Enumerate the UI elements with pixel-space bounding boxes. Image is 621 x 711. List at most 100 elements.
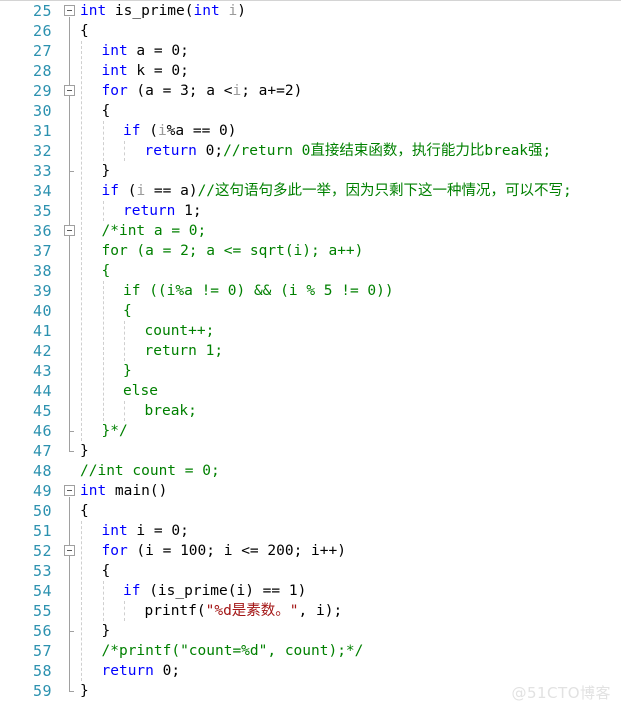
code-line[interactable]: 36 /*int a = 0;	[0, 221, 621, 241]
code-line[interactable]: 34 if (i == a)//这句语句多此一举，因为只剩下这一种情况，可以不写;	[0, 181, 621, 201]
token-plain: i = 0;	[127, 523, 189, 539]
line-content[interactable]: int main()	[80, 481, 167, 501]
line-content[interactable]: }	[102, 621, 111, 641]
code-line[interactable]: 27 int a = 0;	[0, 41, 621, 61]
line-content[interactable]: {	[123, 301, 132, 321]
line-content[interactable]: if (i == a)//这句语句多此一举，因为只剩下这一种情况，可以不写;	[102, 181, 572, 201]
line-content[interactable]: }*/	[102, 421, 128, 441]
line-number: 27	[32, 42, 52, 60]
line-content[interactable]: int a = 0;	[102, 41, 189, 61]
code-line[interactable]: 52 for (i = 100; i <= 200; i++)	[0, 541, 621, 561]
token-kw: if	[101, 183, 119, 199]
line-content[interactable]: /*int a = 0;	[102, 221, 207, 241]
token-plain: (	[118, 183, 137, 199]
line-content[interactable]: if (i%a == 0)	[123, 121, 237, 141]
line-content[interactable]: for (a = 3; a <i; a+=2)	[102, 81, 303, 101]
token-kw: for	[101, 83, 128, 99]
code-line[interactable]: 30 {	[0, 101, 621, 121]
token-kw: int	[101, 43, 128, 59]
line-content[interactable]: return 0;//return 0直接结束函数，执行能力比break强;	[145, 141, 552, 161]
code-line[interactable]: 28 int k = 0;	[0, 61, 621, 81]
line-content[interactable]: if ((i%a != 0) && (i % 5 != 0))	[123, 281, 394, 301]
code-line[interactable]: 55 printf("%d是素数。", i);	[0, 601, 621, 621]
code-line[interactable]: 53 {	[0, 561, 621, 581]
line-content[interactable]: int is_prime(int i)	[80, 1, 246, 21]
line-number: 59	[32, 682, 52, 700]
token-plain: {	[80, 23, 89, 39]
code-line[interactable]: 44 else	[0, 381, 621, 401]
line-content[interactable]: count++;	[145, 321, 215, 341]
token-plain: , i);	[298, 603, 343, 619]
line-number: 54	[32, 582, 52, 600]
line-number: 39	[32, 282, 52, 300]
code-editor[interactable]: 25 int is_prime(int i) 26 {27 int a = 0; 28 in…	[0, 0, 621, 711]
code-line[interactable]: 42 return 1;	[0, 341, 621, 361]
token-cmt: }	[123, 363, 132, 379]
line-content[interactable]: {	[102, 561, 111, 581]
token-kw: return	[123, 203, 176, 219]
code-line[interactable]: 39 if ((i%a != 0) && (i % 5 != 0))	[0, 281, 621, 301]
code-line[interactable]: 35 return 1;	[0, 201, 621, 221]
code-line[interactable]: 50 {	[0, 501, 621, 521]
line-number: 46	[32, 422, 52, 440]
line-number: 31	[32, 122, 52, 140]
token-cmt: count++;	[144, 323, 215, 339]
line-content[interactable]: return 1;	[123, 201, 202, 221]
code-line[interactable]: 41 count++;	[0, 321, 621, 341]
line-content[interactable]: return 0;	[102, 661, 181, 681]
code-line[interactable]: 57 /*printf("count=%d", count);*/	[0, 641, 621, 661]
line-content[interactable]: int i = 0;	[102, 521, 189, 541]
code-line[interactable]: 49 int main()	[0, 481, 621, 501]
token-kw: for	[101, 543, 128, 559]
line-content[interactable]: break;	[145, 401, 197, 421]
line-number: 42	[32, 342, 52, 360]
line-number: 56	[32, 622, 52, 640]
line-content[interactable]: }	[123, 361, 132, 381]
code-line[interactable]: 56}	[0, 621, 621, 641]
line-number: 47	[32, 442, 52, 460]
line-content[interactable]: {	[80, 21, 89, 41]
token-plain: {	[80, 503, 89, 519]
line-content[interactable]: }	[80, 681, 89, 701]
line-content[interactable]: else	[123, 381, 158, 401]
code-line[interactable]: 40 {	[0, 301, 621, 321]
line-content[interactable]: }	[80, 441, 89, 461]
line-number: 33	[32, 162, 52, 180]
code-line[interactable]: 54 if (is_prime(i) == 1)	[0, 581, 621, 601]
token-cmt: {	[101, 263, 111, 279]
line-content[interactable]: return 1;	[145, 341, 224, 361]
line-content[interactable]: for (i = 100; i <= 200; i++)	[102, 541, 346, 561]
line-content[interactable]: /*printf("count=%d", count);*/	[102, 641, 364, 661]
code-line[interactable]: 33}	[0, 161, 621, 181]
line-content[interactable]: for (a = 2; a <= sqrt(i); a++)	[102, 241, 364, 261]
token-kw: int	[193, 3, 220, 19]
code-line[interactable]: 32 return 0;//return 0直接结束函数，执行能力比break强;	[0, 141, 621, 161]
code-line[interactable]: 48 //int count = 0;	[0, 461, 621, 481]
line-content[interactable]: //int count = 0;	[80, 461, 220, 481]
token-cmt: }*/	[101, 423, 128, 439]
code-line[interactable]: 43}	[0, 361, 621, 381]
code-line[interactable]: 29 for (a = 3; a <i; a+=2)	[0, 81, 621, 101]
line-content[interactable]: {	[102, 261, 111, 281]
code-line[interactable]: 51 int i = 0;	[0, 521, 621, 541]
code-line[interactable]: 26 {	[0, 21, 621, 41]
code-line[interactable]: 58 return 0;	[0, 661, 621, 681]
code-line[interactable]: 46 }*/	[0, 421, 621, 441]
line-content[interactable]: int k = 0;	[102, 61, 189, 81]
code-line[interactable]: 37 for (a = 2; a <= sqrt(i); a++)	[0, 241, 621, 261]
token-plain: main()	[106, 483, 168, 499]
code-line[interactable]: 31 if (i%a == 0)	[0, 121, 621, 141]
code-line[interactable]: 45 break;	[0, 401, 621, 421]
line-number: 32	[32, 142, 52, 160]
code-line[interactable]: 38 {	[0, 261, 621, 281]
code-line[interactable]: 47}	[0, 441, 621, 461]
line-content[interactable]: printf("%d是素数。", i);	[145, 601, 343, 621]
line-content[interactable]: }	[102, 161, 111, 181]
token-plain: {	[101, 563, 111, 579]
line-number: 38	[32, 262, 52, 280]
line-content[interactable]: if (is_prime(i) == 1)	[123, 581, 306, 601]
line-content[interactable]: {	[102, 101, 111, 121]
token-plain: 1;	[175, 203, 202, 219]
line-content[interactable]: {	[80, 501, 89, 521]
code-line[interactable]: 25 int is_prime(int i)	[0, 1, 621, 21]
